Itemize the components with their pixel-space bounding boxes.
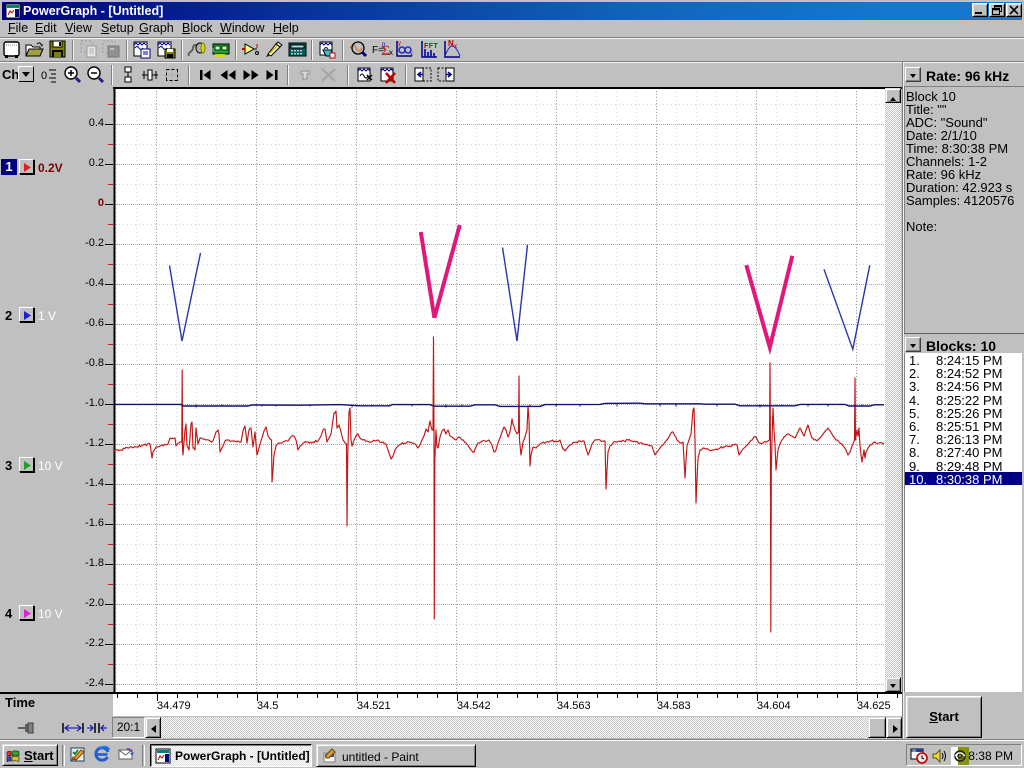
svg-text:x: x	[454, 44, 457, 50]
svg-text:x: x	[410, 52, 413, 58]
svg-text:n: n	[382, 42, 385, 48]
svg-text:FFT: FFT	[424, 43, 439, 50]
svg-text:38: 38	[912, 749, 916, 753]
svg-text:y: y	[398, 41, 401, 47]
svg-text:x: x	[389, 48, 393, 57]
svg-text:0: 0	[41, 70, 47, 82]
